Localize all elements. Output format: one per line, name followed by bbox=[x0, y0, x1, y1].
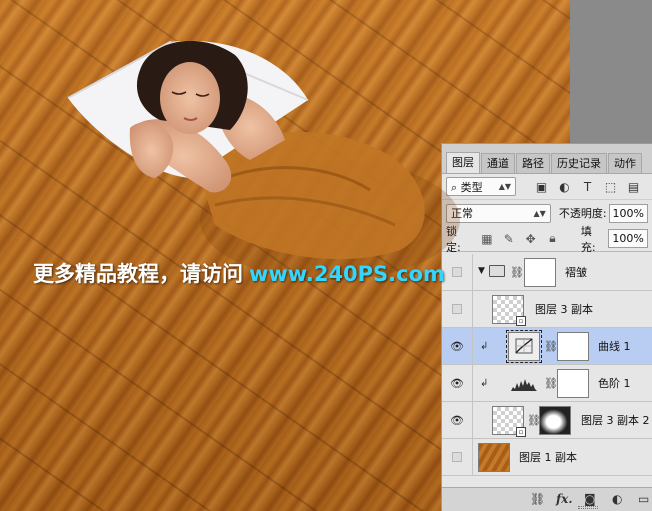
add-mask-icon[interactable]: ◙ bbox=[584, 492, 596, 506]
face bbox=[160, 62, 220, 134]
fill-label: 填充: bbox=[580, 224, 596, 254]
sleeping-woman-photo bbox=[67, 40, 460, 280]
shape-filter-icon[interactable]: ⬚ bbox=[603, 179, 618, 194]
document-canvas[interactable]: 更多精品教程，请访问 www.240PS.com bbox=[0, 0, 570, 511]
layer-name[interactable]: 色阶 1 bbox=[598, 365, 631, 402]
opacity-field[interactable]: 100% bbox=[608, 203, 648, 223]
adjustment-icon[interactable]: ◐ bbox=[612, 492, 622, 506]
layer-name[interactable]: 曲线 1 bbox=[598, 328, 631, 365]
smart-object-filter-icon[interactable]: ▤ bbox=[626, 179, 641, 194]
workspace-background bbox=[570, 0, 652, 143]
watermark-url: www.240PS.com bbox=[249, 262, 445, 286]
watermark-chinese: 更多精品教程，请访问 bbox=[33, 262, 243, 286]
resize-grip[interactable] bbox=[578, 506, 598, 509]
type-filter-icon[interactable]: T bbox=[580, 179, 595, 194]
folder-icon[interactable]: ▭ bbox=[638, 492, 649, 506]
watermark-text: 更多精品教程，请访问 www.240PS.com bbox=[33, 258, 445, 288]
fill-field[interactable]: 100% bbox=[608, 229, 648, 248]
layer-name[interactable]: 图层 3 副本 2 bbox=[581, 402, 650, 439]
tab-actions[interactable]: 动作 bbox=[608, 153, 642, 173]
